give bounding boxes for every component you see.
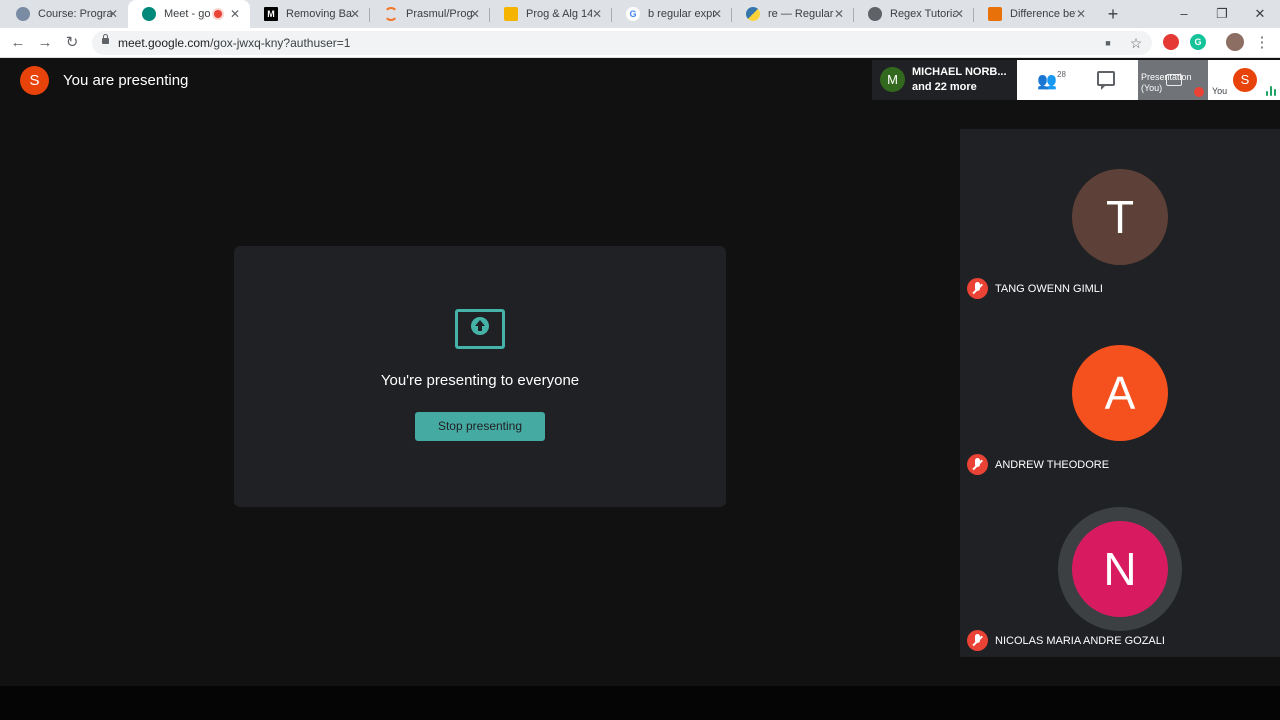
mic-off-icon	[967, 278, 988, 299]
self-avatar: S	[20, 66, 49, 95]
google-icon: G	[626, 7, 640, 21]
audio-level-icon	[1266, 86, 1276, 96]
mic-off-icon	[1194, 87, 1204, 97]
pencil-icon	[988, 7, 1002, 21]
chrome-menu-icon[interactable]: ⋮	[1252, 33, 1272, 53]
url-path: /gox-jwxq-kny?authuser=1	[210, 36, 351, 50]
tab-title: Removing Back	[286, 8, 352, 20]
participant-name: NICOLAS MARIA ANDRE GOZALI	[995, 635, 1165, 647]
tab-title: Regex Tutorial	[890, 8, 956, 20]
slides-icon	[504, 7, 518, 21]
grammarly-extension-icon[interactable]: G	[1190, 34, 1206, 50]
people-icon: 👥	[1037, 73, 1057, 90]
presenting-message: You're presenting to everyone	[380, 372, 580, 389]
tab-title: Prasmul/Progr	[406, 8, 472, 20]
close-tab-icon[interactable]: ✕	[592, 7, 602, 21]
python-icon	[746, 7, 760, 21]
tab-removing-background[interactable]: M Removing Back ✕	[250, 0, 370, 28]
active-speaker-card[interactable]: M MICHAEL NORB... and 22 more	[872, 60, 1017, 100]
mic-off-icon	[967, 630, 988, 651]
participant-count: 28	[1057, 70, 1066, 79]
people-button[interactable]: 👥 28	[1037, 70, 1073, 92]
forward-button[interactable]: →	[35, 33, 55, 53]
self-tile[interactable]: S You	[1210, 60, 1280, 100]
participant-avatar: A	[1072, 345, 1168, 441]
presenting-header: S You are presenting	[20, 66, 188, 95]
mic-off-icon	[967, 454, 988, 475]
medium-icon: M	[264, 7, 278, 21]
presenting-title: You are presenting	[63, 72, 189, 89]
tab-python-re[interactable]: re — Regular e ✕	[732, 0, 854, 28]
camera-icon[interactable]: ■	[1098, 33, 1118, 53]
opera-extension-icon[interactable]	[1163, 34, 1179, 50]
tab-prasmul[interactable]: Prasmul/Progr ✕	[370, 0, 490, 28]
participant-tile[interactable]: N NICOLAS MARIA ANDRE GOZALI	[960, 481, 1280, 657]
meet-top-bar: 👥 28 Presentation (You) S You	[1017, 60, 1280, 100]
present-to-all-icon	[455, 309, 505, 349]
participant-avatar: T	[1072, 169, 1168, 265]
stop-presenting-button[interactable]: Stop presenting	[415, 412, 545, 441]
back-button[interactable]: ←	[8, 33, 28, 53]
close-tab-icon[interactable]: ✕	[470, 7, 480, 21]
tab-title: Meet - go	[164, 8, 210, 20]
speaker-name: MICHAEL NORB...	[912, 66, 1007, 78]
tab-title: b regular expre	[648, 8, 714, 20]
chat-icon[interactable]	[1097, 71, 1115, 90]
url-text: meet.google.com/gox-jwxq-kny?authuser=1	[118, 36, 350, 50]
self-tile-avatar: S	[1233, 68, 1257, 92]
tab-prog-alg[interactable]: Prog & Alg 14 ✕	[490, 0, 612, 28]
new-tab-button[interactable]: +	[1104, 4, 1122, 24]
presentation-card: You're presenting to everyone Stop prese…	[234, 246, 726, 507]
restore-button[interactable]: ❐	[1212, 4, 1232, 24]
bookmark-star-icon[interactable]: ☆	[1126, 33, 1146, 53]
close-tab-icon[interactable]: ✕	[712, 7, 722, 21]
globe-icon	[868, 7, 882, 21]
arrow-up-icon	[471, 317, 489, 335]
tab-regex-tutorial[interactable]: Regex Tutorial ✕	[854, 0, 974, 28]
tab-title: Difference betw	[1010, 8, 1076, 20]
lock-icon	[102, 34, 109, 44]
participants-panel: T TANG OWENN GIMLI A ANDREW THEODORE N N…	[960, 129, 1280, 657]
minimize-button[interactable]: –	[1174, 4, 1194, 24]
tab-google-search[interactable]: G b regular expre ✕	[612, 0, 732, 28]
reload-button[interactable]: ↻	[62, 33, 82, 53]
tab-title: Course: Progra	[38, 8, 112, 20]
recording-icon	[214, 10, 222, 18]
tab-title: re — Regular e	[768, 8, 834, 20]
close-tab-icon[interactable]: ✕	[1076, 7, 1086, 21]
participant-tile[interactable]: A ANDREW THEODORE	[960, 305, 1280, 481]
close-tab-icon[interactable]: ✕	[230, 7, 240, 21]
close-tab-icon[interactable]: ✕	[108, 7, 118, 21]
address-bar[interactable]: meet.google.com/gox-jwxq-kny?authuser=1 …	[92, 31, 1152, 55]
tab-strip: Course: Progra ✕ Meet - go ✕ M Removing …	[0, 0, 1280, 28]
participant-name: TANG OWENN GIMLI	[995, 283, 1103, 295]
tab-course[interactable]: Course: Progra ✕	[2, 0, 128, 28]
participant-tile[interactable]: T TANG OWENN GIMLI	[960, 129, 1280, 305]
tab-difference[interactable]: Difference betw ✕	[974, 0, 1096, 28]
participant-avatar: N	[1072, 521, 1168, 617]
participant-name: ANDREW THEODORE	[995, 459, 1110, 471]
close-tab-icon[interactable]: ✕	[834, 7, 844, 21]
moodle-icon	[16, 7, 30, 21]
speaker-avatar: M	[880, 67, 905, 92]
jupyter-icon	[384, 7, 398, 21]
profile-avatar[interactable]	[1226, 33, 1244, 51]
close-window-button[interactable]: ✕	[1250, 4, 1270, 24]
close-tab-icon[interactable]: ✕	[954, 7, 964, 21]
meet-icon	[142, 7, 156, 21]
tab-meet[interactable]: Meet - go ✕	[128, 0, 250, 28]
url-host: meet.google.com	[118, 36, 211, 50]
self-label: You	[1212, 86, 1228, 96]
tab-title: Prog & Alg 14	[526, 8, 592, 20]
others-count: and 22 more	[912, 81, 977, 93]
bottom-bar	[0, 686, 1280, 720]
browser-toolbar: ← → ↻ meet.google.com/gox-jwxq-kny?authu…	[0, 28, 1280, 58]
presentation-thumbnail[interactable]: Presentation (You)	[1138, 60, 1208, 100]
close-tab-icon[interactable]: ✕	[350, 7, 360, 21]
